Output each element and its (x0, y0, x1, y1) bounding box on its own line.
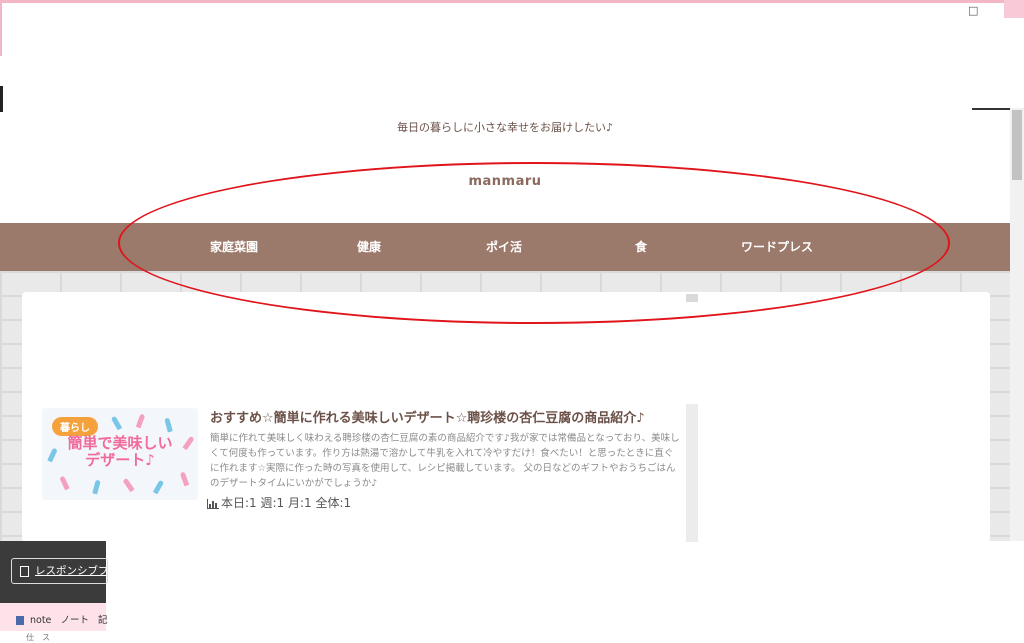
popsicle-icon (110, 415, 123, 431)
article-title[interactable]: おすすめ☆簡単に作れる美味しいデザート☆聘珍楼の杏仁豆腐の商品紹介♪ (210, 407, 680, 426)
tab-article[interactable]: 記 (98, 615, 108, 626)
document-icon (16, 616, 24, 625)
tab-note[interactable]: note (30, 615, 51, 626)
article-excerpt: 簡単に作れて美味しく味わえる聘珍楼の杏仁豆腐の素の商品紹介です♪我が家では常備品… (210, 433, 680, 489)
divider-line (972, 108, 1012, 110)
bottom-tabs: note ノート 記 (16, 612, 108, 626)
window-maximize-icon[interactable]: □ (968, 4, 978, 17)
footer-text: 仕 (26, 633, 34, 642)
popsicle-icon (59, 475, 70, 491)
bar-chart-icon (207, 498, 219, 509)
window-frame-corner (1004, 0, 1024, 18)
popsicle-icon (164, 417, 173, 433)
scrollbar-thumb[interactable] (1012, 110, 1022, 180)
tab-notebook[interactable]: ノート (60, 615, 89, 626)
edge-marker (0, 86, 3, 112)
window-frame-top (0, 0, 1024, 3)
responsive-preview-button[interactable]: レスポンシブプ (11, 558, 108, 584)
site-tagline: 毎日の暮らしに小さな幸せをお届けしたい♪ (396, 121, 614, 134)
main-gutter (686, 404, 698, 542)
checkbox-icon (20, 565, 29, 577)
popsicle-icon (92, 479, 101, 495)
scrollbar[interactable] (1010, 108, 1024, 541)
footer-text-2: ス (42, 633, 50, 642)
thumbnail-caption-line2: デザート♪ (85, 451, 155, 469)
red-annotation-ellipse (118, 162, 950, 324)
thumbnail-caption-line1: 簡単で美味しい (67, 434, 173, 452)
responsive-preview-label: レスポンシブプ (35, 565, 108, 577)
article-thumbnail[interactable]: 暮らし 簡単で美味しい デザート♪ (42, 408, 198, 500)
popsicle-icon (152, 479, 165, 495)
thumbnail-caption: 簡単で美味しい デザート♪ (42, 435, 198, 469)
popsicle-icon (179, 471, 190, 487)
popsicle-icon (135, 413, 146, 429)
view-stats-text: 本日:1 週:1 月:1 全体:1 (221, 496, 352, 510)
view-stats: 本日:1 週:1 月:1 全体:1 (207, 494, 351, 511)
window-frame-left (0, 0, 2, 56)
popsicle-icon (122, 477, 135, 493)
